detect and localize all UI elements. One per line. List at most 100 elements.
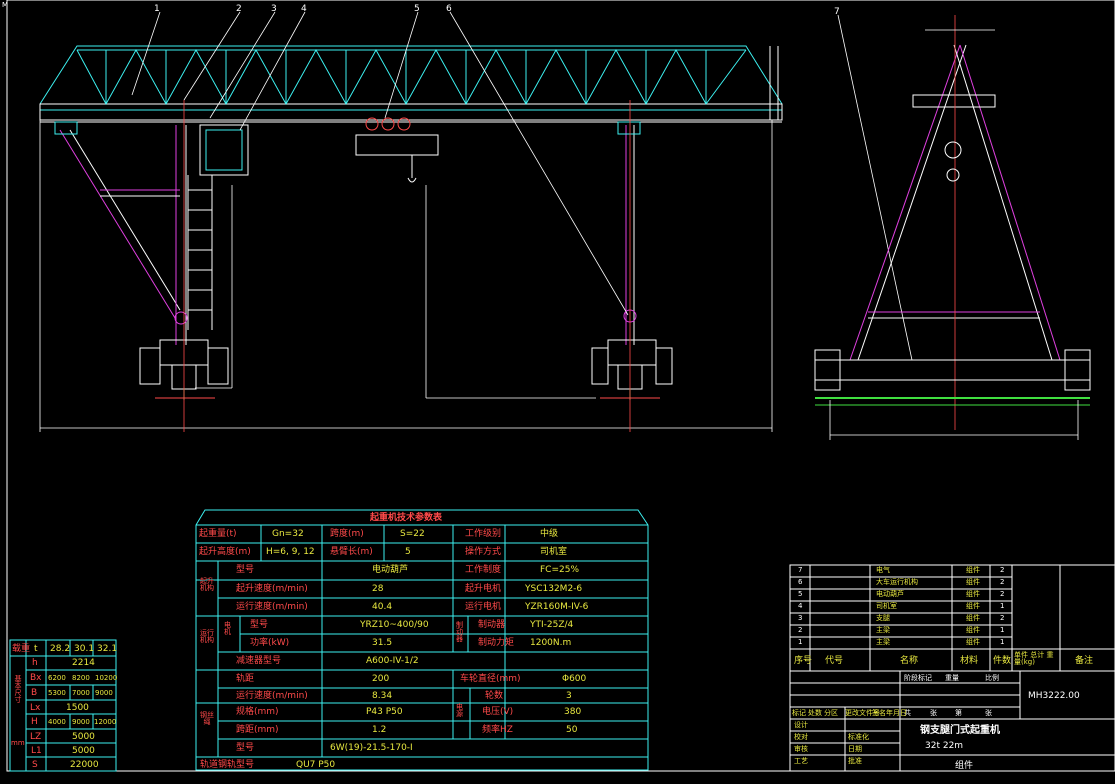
parts-row-4-type: 组件: [966, 602, 980, 610]
dims-r1-v2: 8200: [72, 674, 90, 682]
parts-row-1-no: 7: [798, 566, 803, 574]
ladder: [187, 124, 249, 330]
tb-role-2: 审核: [794, 745, 808, 753]
rail-r2-c2: 1.2: [372, 725, 387, 735]
dims-r1-v3: 10200: [95, 674, 118, 682]
rail-r1-c4: 380: [564, 707, 582, 717]
dims-r2-v2: 7000: [72, 689, 90, 697]
dims-table-grid: [9, 639, 117, 772]
wheel-r1-c4: Φ600: [562, 674, 587, 684]
p-r2-c1: 起升高度(m): [199, 547, 251, 557]
tb-role-4: 批准: [848, 757, 862, 765]
parts-row-2-name: 大车运行机构: [876, 578, 918, 586]
dims-h4: 32.1: [97, 644, 118, 654]
tb-col-stage: 阶段标记: [904, 674, 932, 682]
p-r1-c6: 中级: [540, 529, 559, 539]
parts-row-4-qty: 1: [1000, 602, 1005, 610]
leader-5: 5: [414, 4, 420, 14]
dims-r5-k: LZ: [30, 732, 42, 742]
power-group-label: 电源: [456, 703, 463, 718]
parts-row-3-type: 组件: [966, 590, 980, 598]
lift-r2-c4: YSC132M2-6: [525, 584, 583, 594]
travel-r1-c2: YRZ10~400/90: [360, 620, 429, 630]
p-r2-c5: 操作方式: [465, 547, 502, 557]
rail-r1-c2: P43 P50: [366, 707, 403, 717]
dims-side-label: 基本尺寸: [14, 675, 22, 704]
parts-row-1-type: 组件: [966, 566, 980, 574]
dims-r7-v: 22000: [70, 760, 99, 770]
leader-3: 3: [271, 4, 277, 14]
leader-2: 2: [236, 4, 242, 14]
lift-r2-c3: 起升电机: [465, 584, 502, 594]
travel-r1-c3: 制动器: [478, 620, 506, 630]
dims-r0-v: 2214: [72, 658, 95, 668]
parts-h-mat: 材料: [960, 656, 979, 666]
parts-row-5-no: 3: [798, 614, 803, 622]
tb-role-1: 校对: [794, 733, 808, 741]
parts-row-7-type: 组件: [966, 638, 980, 646]
tb-col-weight: 重量: [945, 674, 959, 682]
rail-r3-c2: 6W(19)-21.5-170-I: [330, 743, 413, 753]
leader-6: 6: [446, 4, 452, 14]
reducer-label: 减速器型号: [236, 656, 282, 666]
dims-r2-v1: 5300: [48, 689, 66, 697]
dims-r4-v2: 9000: [72, 718, 90, 726]
rail-r2-c4: 50: [566, 725, 578, 735]
motor-label: 电机: [224, 621, 231, 636]
dims-r4-k: H: [31, 717, 38, 727]
front-view: [39, 11, 913, 432]
track-label: 轨道钢轨型号: [200, 760, 255, 770]
wheel-r2-c3: 轮数: [485, 691, 504, 701]
rail-r3-c1: 型号: [236, 743, 255, 753]
tb-sheet-unit1: 张: [930, 709, 937, 717]
parts-row-4-name: 司机室: [876, 602, 897, 610]
travel-r2-c1: 功率(kW): [250, 638, 290, 648]
dims-h2: 28.2: [50, 644, 71, 654]
cad-drawing: [6, 0, 1115, 772]
p-r2-c6: 司机室: [540, 547, 568, 557]
travel-r1-c4: YTI-25Z/4: [530, 620, 574, 630]
parts-row-2-no: 6: [798, 578, 803, 586]
right-leg: [591, 121, 673, 400]
lift-r2-c2: 28: [372, 584, 384, 594]
wheel-r1-c3: 车轮直径(mm): [460, 674, 521, 684]
tb-mark-5: 年月日: [886, 709, 907, 717]
lift-r3-c4: YZR160M-IV-6: [525, 602, 589, 612]
dims-r2-v3: 9000: [95, 689, 113, 697]
dims-r4-v1: 4000: [48, 718, 66, 726]
parts-row-1-qty: 2: [1000, 566, 1005, 574]
parts-row-6-name: 主梁: [876, 626, 890, 634]
wheel-r1-c1: 轨距: [236, 674, 255, 684]
parts-row-6-type: 组件: [966, 626, 980, 634]
p-r2-c4: 5: [405, 547, 411, 557]
parts-h-weight: 单件 总计 重量(kg): [1014, 651, 1054, 666]
leader-4: 4: [301, 4, 307, 14]
tb-role-3: 工艺: [794, 757, 808, 765]
parts-h-qty: 件数: [993, 656, 1012, 666]
dims-r7-k: S: [32, 760, 38, 770]
parts-row-3-name: 电动葫芦: [876, 590, 904, 598]
params-title: 起重机技术参数表: [370, 513, 443, 523]
drawing-title: 钢支腿门式起重机: [920, 725, 1000, 736]
parts-row-6-no: 2: [798, 626, 803, 634]
leader-7: 7: [834, 7, 840, 17]
parts-row-5-name: 支腿: [876, 614, 890, 622]
travel-r1-c1: 型号: [250, 620, 269, 630]
parts-row-5-qty: 2: [1000, 614, 1005, 622]
rail-r2-c3: 频率HZ: [482, 725, 513, 735]
tb-mark-2: 分区: [824, 709, 838, 717]
dims-r4-v3: 12000: [94, 718, 117, 726]
tb-col-scale: 比例: [985, 674, 999, 682]
parts-row-3-no: 5: [798, 590, 803, 598]
travel-group-label: 运行机构: [200, 629, 214, 644]
reducer-value: A600-IV-1/2: [366, 656, 419, 666]
dims-r6-v: 5000: [72, 746, 95, 756]
side-view: [814, 15, 1091, 440]
dims-r1-k: Bx: [30, 673, 42, 683]
dims-unit: mm: [11, 739, 25, 747]
rail-group-label: 钢丝绳: [200, 711, 214, 726]
travel-r2-c4: 1200N.m: [530, 638, 572, 648]
parts-row-7-name: 主梁: [876, 638, 890, 646]
p-r1-c5: 工作级别: [465, 529, 502, 539]
rail-r2-c1: 跨距(mm): [236, 725, 279, 735]
